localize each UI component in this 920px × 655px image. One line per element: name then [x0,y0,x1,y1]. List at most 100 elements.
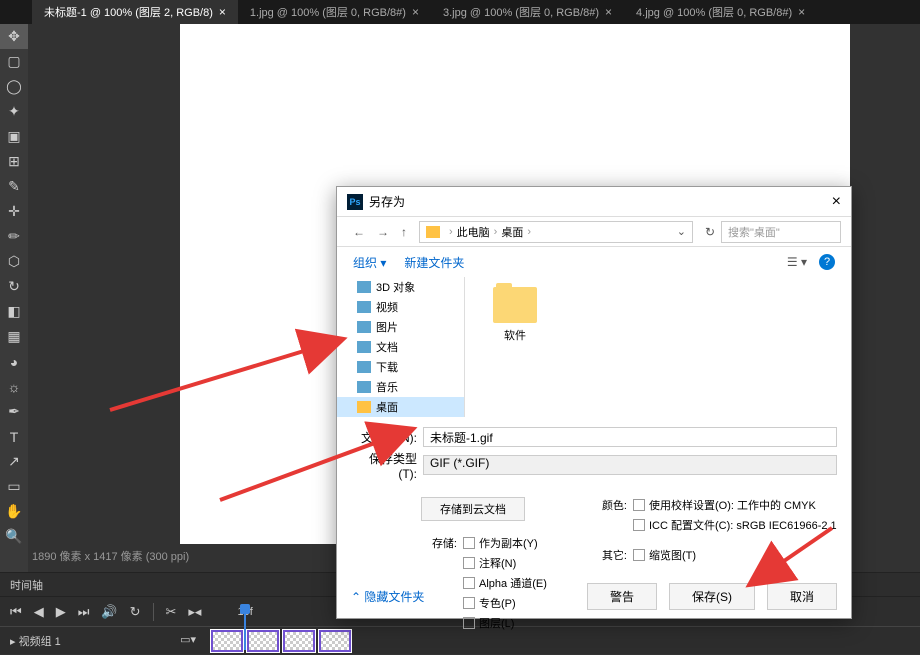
document-tab[interactable]: 3.jpg @ 100% (图层 0, RGB/8#)× [431,0,624,24]
tab-label: 4.jpg @ 100% (图层 0, RGB/8#) [636,4,792,20]
marquee-tool-icon[interactable]: ▢ [0,49,28,74]
breadcrumb-part: 此电脑 [457,224,490,240]
file-label: 软件 [504,327,526,343]
dialog-options: 存储到云文档 存储: 作为副本(Y) 注释(N) Alpha 通道(E) 专色(… [337,489,851,643]
track-menu-icon[interactable]: ▭▾ [180,633,196,646]
layers-checkbox[interactable]: 图层(L) [463,615,547,631]
folder-icon [426,226,440,238]
sidebar-item[interactable]: 图片 [337,317,464,337]
folder-icon [357,401,371,413]
sidebar-folder-list[interactable]: 3D 对象 视频 图片 文档 下载 音乐 桌面 [337,277,465,417]
nav-up-icon[interactable]: ↑ [395,225,413,239]
file-item[interactable]: 软件 [475,287,555,343]
shape-tool-icon[interactable]: ▭ [0,474,28,499]
proof-checkbox[interactable]: 使用校样设置(O): 工作中的 CMYK [633,497,837,513]
help-icon[interactable]: ? [819,254,835,270]
refresh-icon[interactable]: ↻ [699,225,721,239]
stamp-tool-icon[interactable]: ⬡ [0,249,28,274]
sidebar-item[interactable]: 音乐 [337,377,464,397]
track-label: ▸ 视频组 1 ▭▾ [10,633,210,649]
save-as-dialog: Ps 另存为 × ← → ↑ › 此电脑 › 桌面 › ⌄ ↻ 搜索"桌面" 组… [336,186,852,619]
organize-button[interactable]: 组织 ▾ [353,254,386,271]
path-tool-icon[interactable]: ↗ [0,449,28,474]
scissors-icon[interactable]: ✂ [166,604,177,620]
icc-checkbox[interactable]: ICC 配置文件(C): sRGB IEC61966-2.1 [633,517,837,533]
save-button[interactable]: 保存(S) [669,583,755,610]
eyedropper-tool-icon[interactable]: ✎ [0,174,28,199]
tab-label: 1.jpg @ 100% (图层 0, RGB/8#) [250,4,406,20]
document-tab[interactable]: 4.jpg @ 100% (图层 0, RGB/8#) × [624,0,817,24]
sidebar-item[interactable]: 视频 [337,297,464,317]
view-options-icon[interactable]: ☰ ▾ [787,255,807,269]
zoom-tool-icon[interactable]: 🔍 [0,524,28,549]
folder-icon [357,281,371,293]
cancel-button[interactable]: 取消 [767,583,837,610]
close-icon[interactable]: × [605,5,612,19]
type-tool-icon[interactable]: T [0,424,28,449]
dialog-titlebar: Ps 另存为 × [337,187,851,217]
folder-icon [357,381,371,393]
sidebar-item[interactable]: 3D 对象 [337,277,464,297]
dodge-tool-icon[interactable]: ☼ [0,374,28,399]
savetype-select[interactable]: GIF (*.GIF) [423,455,837,475]
prev-frame-icon[interactable]: ◀ [34,604,44,620]
close-icon[interactable]: × [412,5,419,19]
document-tab[interactable]: 1.jpg @ 100% (图层 0, RGB/8#) × [238,0,431,24]
pen-tool-icon[interactable]: ✒ [0,399,28,424]
history-brush-icon[interactable]: ↻ [0,274,28,299]
blur-tool-icon[interactable]: ◕ [0,349,28,374]
healing-tool-icon[interactable]: ✛ [0,199,28,224]
transition-icon[interactable]: ▸◂ [188,604,201,620]
audio-icon[interactable]: 🔊 [101,604,117,620]
annotations-checkbox[interactable]: 注释(N) [463,555,547,571]
gradient-tool-icon[interactable]: ▦ [0,324,28,349]
status-bar: 1890 像素 x 1417 像素 (300 ppi) [32,548,189,564]
first-frame-icon[interactable]: ⏮ [10,604,22,620]
color-label: 颜色: [591,497,627,537]
new-folder-button[interactable]: 新建文件夹 [404,254,464,271]
cloud-save-button[interactable]: 存储到云文档 [421,497,525,521]
breadcrumb-part: 桌面 [501,224,523,240]
dialog-footer: 隐藏文件夹 警告 保存(S) 取消 [351,583,837,610]
play-icon[interactable]: ▶ [56,604,66,620]
search-input[interactable]: 搜索"桌面" [721,221,841,243]
other-label: 其它: [591,547,627,567]
loop-icon[interactable]: ↻ [130,604,141,620]
frame-tool-icon[interactable]: ⊞ [0,149,28,174]
playhead[interactable] [244,610,246,650]
dialog-title: 另存为 [369,193,405,210]
lasso-tool-icon[interactable]: ◯ [0,74,28,99]
sidebar-item[interactable]: 下载 [337,357,464,377]
dialog-body: 3D 对象 视频 图片 文档 下载 音乐 桌面 软件 [337,277,851,417]
brush-tool-icon[interactable]: ✏ [0,224,28,249]
thumbnail-checkbox[interactable]: 缩览图(T) [633,547,696,563]
folder-icon [357,301,371,313]
next-frame-icon[interactable]: ⏭ [78,604,90,620]
close-icon[interactable]: × [219,5,226,19]
wand-tool-icon[interactable]: ✦ [0,99,28,124]
move-tool-icon[interactable]: ✥ [0,24,28,49]
dialog-toolbar: 组织 ▾ 新建文件夹 ☰ ▾ ? [337,247,851,277]
ps-icon: Ps [347,194,363,210]
crop-tool-icon[interactable]: ▣ [0,124,28,149]
hide-folders-link[interactable]: 隐藏文件夹 [351,588,424,605]
clip-thumb[interactable] [282,629,316,653]
breadcrumb[interactable]: › 此电脑 › 桌面 › ⌄ [419,221,693,243]
close-icon[interactable]: × [798,5,805,19]
clip-thumb[interactable] [210,629,244,653]
nav-forward-icon[interactable]: → [371,225,395,239]
hand-tool-icon[interactable]: ✋ [0,499,28,524]
file-area[interactable]: 软件 [465,277,851,417]
clip-thumb[interactable] [246,629,280,653]
nav-back-icon[interactable]: ← [347,225,371,239]
filename-input[interactable] [423,427,837,447]
sidebar-item[interactable]: 文档 [337,337,464,357]
save-copy-checkbox[interactable]: 作为副本(Y) [463,535,547,551]
chevron-down-icon[interactable]: ⌄ [677,225,686,238]
warning-button[interactable]: 警告 [587,583,657,610]
document-tab[interactable]: 未标题-1 @ 100% (图层 2, RGB/8)× [32,0,238,24]
eraser-tool-icon[interactable]: ◧ [0,299,28,324]
sidebar-item-desktop[interactable]: 桌面 [337,397,464,417]
folder-icon [357,361,371,373]
close-icon[interactable]: × [832,193,841,211]
